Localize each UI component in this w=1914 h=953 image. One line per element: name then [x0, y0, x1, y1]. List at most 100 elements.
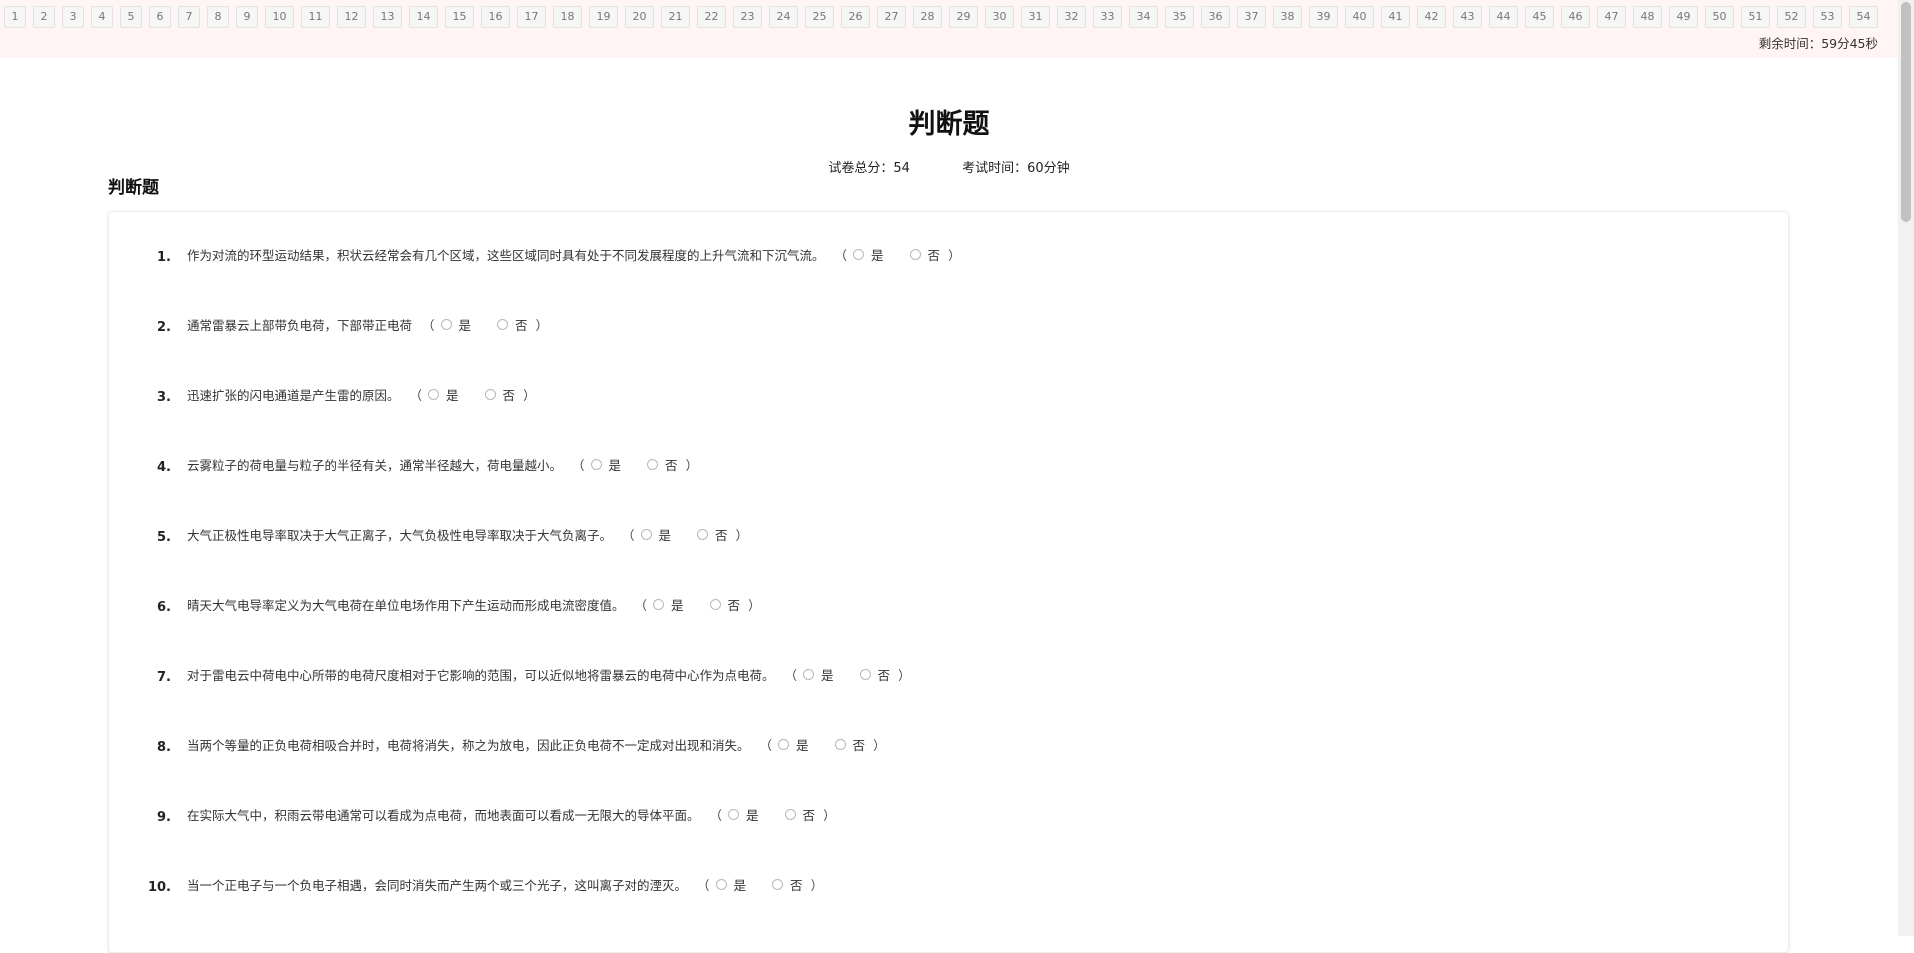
question-nav-button[interactable]: 25	[805, 6, 834, 28]
question-nav-button[interactable]: 36	[1201, 6, 1230, 28]
radio-yes[interactable]	[428, 388, 440, 400]
question-nav-button[interactable]: 18	[553, 6, 582, 28]
question-nav-button[interactable]: 29	[949, 6, 978, 28]
question-nav-button[interactable]: 13	[373, 6, 402, 28]
question-nav-button[interactable]: 42	[1417, 6, 1446, 28]
radio-no[interactable]	[697, 528, 709, 540]
option-yes-label: 是	[796, 737, 809, 753]
vertical-scrollbar[interactable]	[1898, 0, 1914, 936]
question-nav-button[interactable]: 34	[1129, 6, 1158, 28]
option-no[interactable]: 否	[772, 875, 803, 894]
radio-no[interactable]	[709, 598, 721, 610]
question-nav-button[interactable]: 51	[1741, 6, 1770, 28]
option-no[interactable]: 否	[784, 805, 815, 824]
question-nav-button[interactable]: 45	[1525, 6, 1554, 28]
option-no[interactable]: 否	[497, 315, 528, 334]
radio-no[interactable]	[834, 738, 846, 750]
question-nav-button[interactable]: 30	[985, 6, 1014, 28]
question-nav-button[interactable]: 21	[661, 6, 690, 28]
question-nav-button[interactable]: 35	[1165, 6, 1194, 28]
question-nav-button[interactable]: 15	[445, 6, 474, 28]
question-nav-button[interactable]: 5	[120, 6, 142, 28]
radio-no[interactable]	[484, 388, 496, 400]
question-nav-button[interactable]: 20	[625, 6, 654, 28]
question-nav-button[interactable]: 28	[913, 6, 942, 28]
question-nav-button[interactable]: 47	[1597, 6, 1626, 28]
question-nav-button[interactable]: 12	[337, 6, 366, 28]
question-nav-button[interactable]: 4	[91, 6, 113, 28]
question-nav-button[interactable]: 39	[1309, 6, 1338, 28]
radio-yes[interactable]	[440, 318, 452, 330]
question-body: 大气正极性电导率取决于大气正离子，大气负极性电导率取决于大气负离子。 （ 是 否 ）	[187, 524, 748, 544]
option-no[interactable]: 否	[834, 735, 865, 754]
question-nav-button[interactable]: 11	[301, 6, 330, 28]
option-no[interactable]: 否	[909, 245, 940, 264]
option-no[interactable]: 否	[647, 455, 678, 474]
radio-no[interactable]	[784, 808, 796, 820]
question-nav-button[interactable]: 23	[733, 6, 762, 28]
question-nav-button[interactable]: 41	[1381, 6, 1410, 28]
option-yes[interactable]: 是	[728, 805, 759, 824]
question-nav-button[interactable]: 10	[265, 6, 294, 28]
option-yes[interactable]: 是	[653, 595, 684, 614]
option-yes[interactable]: 是	[590, 455, 621, 474]
option-no[interactable]: 否	[697, 525, 728, 544]
question-nav-button[interactable]: 44	[1489, 6, 1518, 28]
question-item: 3. 迅速扩张的闪电通道是产生雷的原因。 （ 是 否 ）	[109, 384, 1609, 414]
radio-yes[interactable]	[778, 738, 790, 750]
question-nav-button[interactable]: 50	[1705, 6, 1734, 28]
question-item: 10. 当一个正电子与一个负电子相遇，会同时消失而产生两个或三个光子，这叫离子对的…	[109, 874, 1609, 904]
radio-yes[interactable]	[653, 598, 665, 610]
radio-yes[interactable]	[640, 528, 652, 540]
question-nav-button[interactable]: 22	[697, 6, 726, 28]
option-yes[interactable]: 是	[803, 665, 834, 684]
question-nav-button[interactable]: 24	[769, 6, 798, 28]
question-nav-button[interactable]: 52	[1777, 6, 1806, 28]
radio-no[interactable]	[909, 248, 921, 260]
option-no[interactable]: 否	[859, 665, 890, 684]
question-nav-button[interactable]: 14	[409, 6, 438, 28]
question-nav-button[interactable]: 27	[877, 6, 906, 28]
radio-no[interactable]	[497, 318, 509, 330]
scrollbar-thumb[interactable]	[1901, 2, 1911, 222]
option-yes[interactable]: 是	[440, 315, 471, 334]
question-nav-button[interactable]: 16	[481, 6, 510, 28]
question-nav-button[interactable]: 1	[4, 6, 26, 28]
question-nav-button[interactable]: 3	[62, 6, 84, 28]
question-nav-button[interactable]: 2	[33, 6, 55, 28]
option-yes[interactable]: 是	[778, 735, 809, 754]
question-nav-button[interactable]: 8	[207, 6, 229, 28]
radio-yes[interactable]	[590, 458, 602, 470]
radio-no[interactable]	[772, 878, 784, 890]
question-nav-button[interactable]: 48	[1633, 6, 1662, 28]
radio-yes[interactable]	[803, 668, 815, 680]
option-yes[interactable]: 是	[853, 245, 884, 264]
question-nav-button[interactable]: 53	[1813, 6, 1842, 28]
question-nav-button[interactable]: 7	[178, 6, 200, 28]
question-nav-button[interactable]: 37	[1237, 6, 1266, 28]
option-no[interactable]: 否	[709, 595, 740, 614]
question-nav-button[interactable]: 31	[1021, 6, 1050, 28]
question-nav-button[interactable]: 54	[1849, 6, 1878, 28]
option-yes[interactable]: 是	[715, 875, 746, 894]
question-nav-button[interactable]: 49	[1669, 6, 1698, 28]
option-no[interactable]: 否	[484, 385, 515, 404]
question-nav-button[interactable]: 40	[1345, 6, 1374, 28]
question-nav-button[interactable]: 9	[236, 6, 258, 28]
radio-yes[interactable]	[728, 808, 740, 820]
radio-no[interactable]	[647, 458, 659, 470]
radio-no[interactable]	[859, 668, 871, 680]
question-nav-button[interactable]: 6	[149, 6, 171, 28]
question-nav-button[interactable]: 32	[1057, 6, 1086, 28]
radio-yes[interactable]	[853, 248, 865, 260]
option-yes[interactable]: 是	[640, 525, 671, 544]
question-nav-button[interactable]: 19	[589, 6, 618, 28]
question-nav-button[interactable]: 26	[841, 6, 870, 28]
question-nav-button[interactable]: 38	[1273, 6, 1302, 28]
question-nav-button[interactable]: 17	[517, 6, 546, 28]
question-nav-button[interactable]: 33	[1093, 6, 1122, 28]
option-yes[interactable]: 是	[428, 385, 459, 404]
question-nav-button[interactable]: 46	[1561, 6, 1590, 28]
radio-yes[interactable]	[715, 878, 727, 890]
question-nav-button[interactable]: 43	[1453, 6, 1482, 28]
